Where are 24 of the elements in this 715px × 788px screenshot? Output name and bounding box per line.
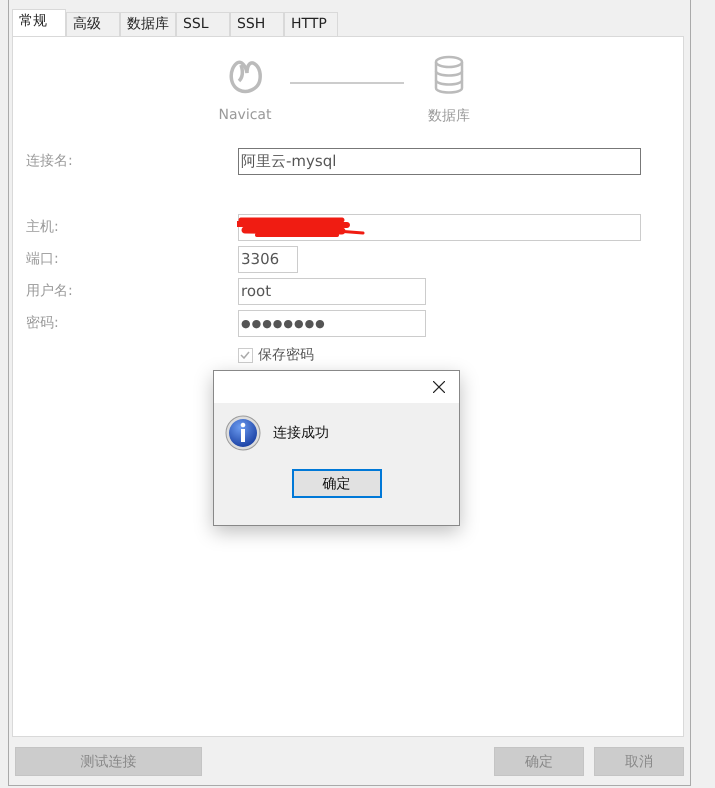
source-label: Navicat [218,107,272,123]
field-label: 密码: [26,314,60,332]
field-label: 连接名: [26,152,74,170]
field-label: 用户名: [26,282,74,300]
tab[interactable]: HTTP [284,12,338,36]
info-icon [225,415,261,451]
text-field[interactable]: root [238,278,426,304]
tab[interactable]: 常规 [12,9,66,36]
save-password-checkbox[interactable]: 保存密码 [238,346,338,364]
database-icon [433,55,465,95]
tab[interactable]: SSH [230,12,284,36]
text-field[interactable]: 3306 [238,246,298,272]
message-text: 连接成功 [273,424,329,442]
text-field[interactable]: 阿里云-mysql [238,148,641,174]
close-icon[interactable] [433,381,445,393]
target-label: 数据库 [428,107,470,125]
field-label: 主机: [26,218,60,236]
field-label: 端口: [26,250,60,268]
check-icon [239,348,251,360]
tab[interactable]: 高级 [66,12,120,36]
tab[interactable]: 数据库 [120,12,176,36]
text-field[interactable]: ●●●●●●●● [238,310,426,336]
tab[interactable]: SSL [176,12,230,36]
ok-button[interactable]: 确定 [292,469,382,498]
